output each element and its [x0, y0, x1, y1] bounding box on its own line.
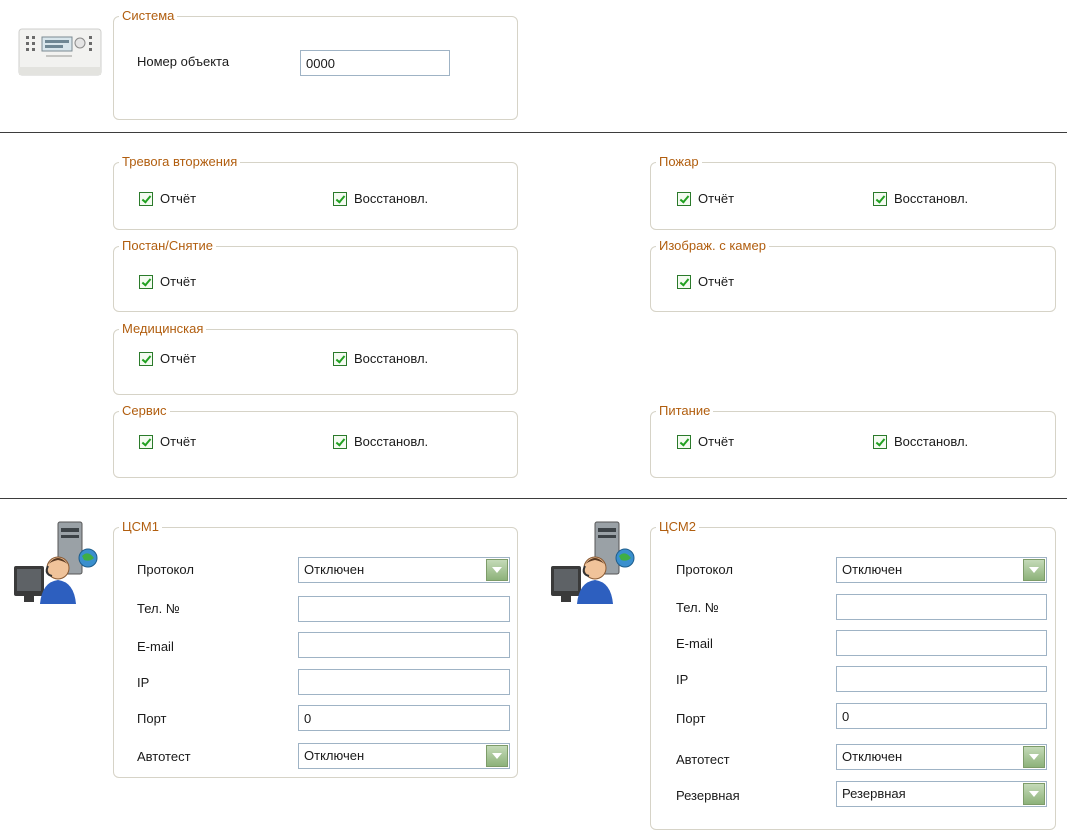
- cms1-autotest-label: Автотест: [137, 749, 191, 764]
- cms1-protocol-value: Отключен: [304, 562, 365, 577]
- cms1-port-input[interactable]: [298, 705, 510, 731]
- cms1-email-input[interactable]: [298, 632, 510, 658]
- power-report-label: Отчёт: [698, 434, 735, 449]
- checkmark-icon: [873, 434, 887, 449]
- monitoring-operator-icon: [12, 520, 100, 606]
- cms1-port-label: Порт: [137, 711, 167, 726]
- medical-report-label: Отчёт: [160, 351, 197, 366]
- checkmark-icon: [139, 274, 153, 289]
- control-panel-icon: [18, 23, 104, 79]
- power-legend: Питание: [659, 403, 711, 418]
- cms2-backup-value: Резервная: [842, 786, 906, 801]
- checkmark-icon: [677, 191, 691, 206]
- cms2-port-input[interactable]: [836, 703, 1047, 729]
- intrusion-restore-checkbox[interactable]: Восстановл.: [333, 191, 428, 206]
- cms2-autotest-select[interactable]: Отключен: [836, 744, 1047, 770]
- checkmark-icon: [139, 434, 153, 449]
- power-restore-label: Восстановл.: [894, 434, 969, 449]
- cms1-protocol-label: Протокол: [137, 562, 194, 577]
- chevron-down-icon[interactable]: [486, 745, 508, 767]
- cms2-protocol-select[interactable]: Отключен: [836, 557, 1047, 583]
- service-report-checkbox[interactable]: Отчёт: [139, 434, 196, 449]
- cms1-phone-input[interactable]: [298, 596, 510, 622]
- service-legend: Сервис: [122, 403, 167, 418]
- arm-disarm-report-label: Отчёт: [160, 274, 197, 289]
- cms2-backup-select[interactable]: Резервная: [836, 781, 1047, 807]
- cms1-email-label: E-mail: [137, 639, 174, 654]
- fire-restore-label: Восстановл.: [894, 191, 969, 206]
- cms1-ip-label: IP: [137, 675, 150, 690]
- cms1-autotest-value: Отключен: [304, 748, 365, 763]
- intrusion-restore-label: Восстановл.: [354, 191, 429, 206]
- cms2-legend: ЦСМ2: [659, 519, 696, 534]
- object-number-label: Номер объекта: [137, 54, 230, 69]
- service-report-label: Отчёт: [160, 434, 197, 449]
- cms2-autotest-value: Отключен: [842, 749, 903, 764]
- fire-legend: Пожар: [659, 154, 699, 169]
- checkmark-icon: [677, 274, 691, 289]
- power-report-checkbox[interactable]: Отчёт: [677, 434, 734, 449]
- cms2-autotest-label: Автотест: [676, 752, 730, 767]
- medical-restore-checkbox[interactable]: Восстановл.: [333, 351, 428, 366]
- cms2-protocol-value: Отключен: [842, 562, 903, 577]
- intrusion-report-checkbox[interactable]: Отчёт: [139, 191, 196, 206]
- camera-report-label: Отчёт: [698, 274, 735, 289]
- service-restore-checkbox[interactable]: Восстановл.: [333, 434, 428, 449]
- chevron-down-icon[interactable]: [486, 559, 508, 581]
- intrusion-report-label: Отчёт: [160, 191, 197, 206]
- cms2-phone-label: Тел. №: [676, 600, 719, 615]
- monitoring-operator-icon: [549, 520, 637, 606]
- medical-legend: Медицинская: [122, 321, 204, 336]
- fire-report-checkbox[interactable]: Отчёт: [677, 191, 734, 206]
- cms1-legend: ЦСМ1: [122, 519, 159, 534]
- cms2-ip-input[interactable]: [836, 666, 1047, 692]
- checkmark-icon: [333, 351, 347, 366]
- checkmark-icon: [873, 191, 887, 206]
- arm-disarm-report-checkbox[interactable]: Отчёт: [139, 274, 196, 289]
- checkmark-icon: [677, 434, 691, 449]
- chevron-down-icon[interactable]: [1023, 746, 1045, 768]
- medical-restore-label: Восстановл.: [354, 351, 429, 366]
- cms2-email-label: E-mail: [676, 636, 713, 651]
- checkmark-icon: [139, 351, 153, 366]
- camera-report-checkbox[interactable]: Отчёт: [677, 274, 734, 289]
- cms2-port-label: Порт: [676, 711, 706, 726]
- divider-bottom: [0, 498, 1067, 499]
- cms2-ip-label: IP: [676, 672, 689, 687]
- chevron-down-icon[interactable]: [1023, 783, 1045, 805]
- fire-report-label: Отчёт: [698, 191, 735, 206]
- cms2-phone-input[interactable]: [836, 594, 1047, 620]
- cms1-phone-label: Тел. №: [137, 601, 180, 616]
- cms1-protocol-select[interactable]: Отключен: [298, 557, 510, 583]
- cms2-protocol-label: Протокол: [676, 562, 733, 577]
- cms2-email-input[interactable]: [836, 630, 1047, 656]
- checkmark-icon: [139, 191, 153, 206]
- camera-legend: Изображ. с камер: [659, 238, 766, 253]
- fire-restore-checkbox[interactable]: Восстановл.: [873, 191, 968, 206]
- chevron-down-icon[interactable]: [1023, 559, 1045, 581]
- power-restore-checkbox[interactable]: Восстановл.: [873, 434, 968, 449]
- medical-report-checkbox[interactable]: Отчёт: [139, 351, 196, 366]
- cms2-backup-label: Резервная: [676, 788, 740, 803]
- object-number-input[interactable]: [300, 50, 450, 76]
- cms1-autotest-select[interactable]: Отключен: [298, 743, 510, 769]
- checkmark-icon: [333, 434, 347, 449]
- service-restore-label: Восстановл.: [354, 434, 429, 449]
- divider-top: [0, 132, 1067, 133]
- cms1-ip-input[interactable]: [298, 669, 510, 695]
- system-legend: Система: [122, 8, 175, 23]
- intrusion-legend: Тревога вторжения: [122, 154, 238, 169]
- arm-disarm-legend: Постан/Снятие: [122, 238, 213, 253]
- checkmark-icon: [333, 191, 347, 206]
